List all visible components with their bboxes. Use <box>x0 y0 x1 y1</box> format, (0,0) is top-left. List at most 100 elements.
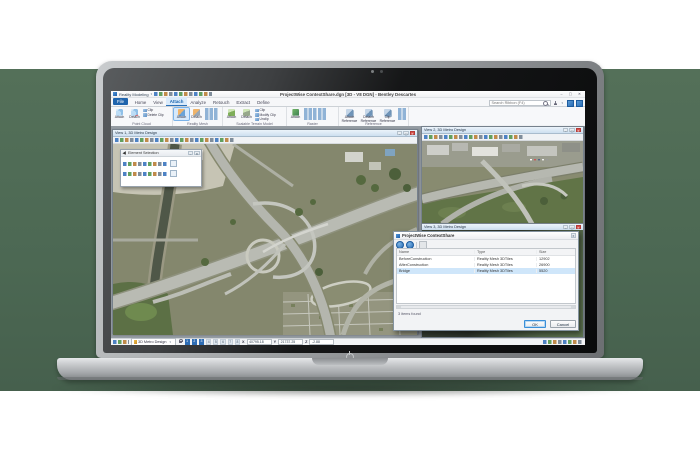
table-header-row[interactable]: Name Type Size <box>397 249 575 256</box>
element-selection-minimize-button[interactable]: – <box>188 151 194 155</box>
help-icon[interactable] <box>576 100 583 107</box>
scroll-left-arrow[interactable] <box>397 306 401 308</box>
point-cloud-attach-button[interactable]: Attach <box>112 108 127 120</box>
aerial-imagery-view2[interactable] <box>422 141 583 224</box>
workflow-caret-icon: ▾ <box>151 92 153 96</box>
tab-view[interactable]: View <box>150 98 166 106</box>
reality-mesh-detach-button[interactable]: Detach <box>189 108 204 120</box>
point-cloud-delete-clip-button[interactable]: Delete Clip <box>143 113 164 118</box>
tab-home[interactable]: Home <box>131 98 150 106</box>
terrain-detach-button[interactable]: Detach <box>239 108 254 120</box>
coord-x-field[interactable]: 40795.18 <box>247 339 272 344</box>
horizontal-scrollbar[interactable] <box>396 305 576 309</box>
cell-type: Reality Mesh 3DTiles <box>475 263 537 267</box>
selection-mode-icons[interactable] <box>123 162 167 166</box>
raster-tool-grid[interactable] <box>304 108 317 120</box>
webcam-icon <box>371 70 374 73</box>
element-selection-title-bar[interactable]: Element Selection – ✕ <box>121 150 201 157</box>
view2-minimize-button[interactable]: – <box>563 128 569 132</box>
selection-extra-icon2[interactable] <box>170 170 177 177</box>
cell-size: 5520 <box>537 269 575 273</box>
view2-toolbar-icons[interactable] <box>424 135 524 139</box>
view2-title-bar[interactable]: View 2, 3D Metro Design – ▢ ✕ <box>422 127 583 134</box>
raster-tool-grid-2[interactable] <box>318 108 327 120</box>
workflow-selector[interactable]: Reality Modeling <box>119 92 149 97</box>
cell-type: Reality Mesh 3DTiles <box>475 257 537 261</box>
active-model-dropdown[interactable]: 3D Metro Design ▾ <box>131 338 176 345</box>
tab-extract[interactable]: Extract <box>233 98 254 106</box>
tab-file[interactable]: File <box>113 98 128 105</box>
selection-extra-icon[interactable] <box>170 160 177 167</box>
view1-title: View 1, 3D Metro Design <box>115 131 157 135</box>
view2-title: View 2, 3D Metro Design <box>424 128 466 132</box>
ribbon-group-reality-mesh: Attach Detach Reality Mesh <box>173 107 223 126</box>
view3-close-button[interactable]: ✕ <box>576 225 582 229</box>
ribbon-search-box[interactable] <box>489 100 551 106</box>
connect-icon[interactable] <box>567 100 574 107</box>
close-button[interactable]: ✕ <box>576 92 583 97</box>
dialog-close-button[interactable]: ✕ <box>571 233 577 237</box>
maximize-button[interactable]: ▢ <box>567 92 574 97</box>
dialog-title-bar[interactable]: ProjectWise ContextShare ✕ <box>394 232 578 240</box>
view3-minimize-button[interactable]: – <box>563 225 569 229</box>
view1-minimize-button[interactable]: – <box>397 131 403 135</box>
view-toggle-6[interactable]: 6 <box>220 339 225 344</box>
dialog-buttons: ✕ <box>571 233 577 237</box>
group-label: Scalable Terrain Model <box>223 122 286 126</box>
column-name[interactable]: Name <box>397 250 475 254</box>
laptop-shadow <box>52 379 648 397</box>
view-toggle-7[interactable]: 7 <box>228 339 233 344</box>
selection-filter-icons[interactable] <box>123 172 167 176</box>
view-toggle-4[interactable]: 4 <box>206 339 211 344</box>
view-toggle-1[interactable]: 1 <box>185 339 190 344</box>
view-toggle-3[interactable]: 3 <box>199 339 204 344</box>
status-right-icons[interactable] <box>543 340 583 344</box>
coord-y-field[interactable]: 21737.25 <box>278 339 303 344</box>
view3-maximize-button[interactable]: ▢ <box>569 225 575 229</box>
column-size[interactable]: Size <box>537 250 575 254</box>
coord-z-field[interactable]: -2.88 <box>309 339 334 344</box>
ribbon-group-raster: Attach Raster <box>287 107 339 126</box>
user-account-icon[interactable] <box>553 101 557 105</box>
raster-attach-button[interactable]: Attach <box>288 108 303 120</box>
button-label: Delete Clip <box>148 113 164 117</box>
scroll-right-arrow[interactable] <box>571 306 575 308</box>
reality-mesh-attach-button[interactable]: Attach <box>174 108 189 120</box>
reality-mesh-tool-grid[interactable] <box>205 108 218 120</box>
app-icon <box>113 92 117 96</box>
view1-maximize-button[interactable]: ▢ <box>403 131 409 135</box>
tab-retouch[interactable]: Retouch <box>210 98 233 106</box>
button-label: Detach <box>191 116 202 120</box>
view1-close-button[interactable]: ✕ <box>410 131 416 135</box>
ok-button[interactable]: OK <box>524 320 546 328</box>
column-type[interactable]: Type <box>475 250 537 254</box>
reference-tool-grid[interactable] <box>398 108 407 120</box>
group-label: Point Cloud <box>111 122 172 126</box>
scene: Reality Modeling ▾ ProjectWise ContextSh… <box>0 0 700 455</box>
tab-define[interactable]: Define <box>254 98 274 106</box>
view-toggle-2[interactable]: 2 <box>192 339 197 344</box>
point-cloud-detach-button[interactable]: Detach <box>127 108 142 120</box>
search-input[interactable] <box>491 101 543 105</box>
element-selection-close-button[interactable]: ✕ <box>194 151 200 155</box>
tab-attach[interactable]: Attach <box>166 97 187 106</box>
view1-title-bar[interactable]: View 1, 3D Metro Design – ▢ ✕ <box>113 130 417 137</box>
snap-mode-icons[interactable] <box>113 340 129 344</box>
view1-toolbar-icons[interactable] <box>115 138 235 142</box>
cancel-button[interactable]: Cancel <box>550 320 576 328</box>
view2-close-button[interactable]: ✕ <box>576 128 582 132</box>
terrain-attach-button[interactable]: Attach <box>224 108 239 120</box>
view-toggle-8[interactable]: 8 <box>235 339 240 344</box>
view2-maximize-button[interactable]: ▢ <box>569 128 575 132</box>
quick-access-toolbar[interactable] <box>154 92 212 96</box>
laptop-base-edge <box>57 377 643 380</box>
minimize-button[interactable]: – <box>558 92 565 97</box>
clip-icon <box>255 109 259 113</box>
model-caret-icon: ▾ <box>170 340 172 344</box>
table-row-selected[interactable]: Bridge Reality Mesh 3DTiles 5520 <box>397 268 575 274</box>
view-toggle-5[interactable]: 5 <box>213 339 218 344</box>
active-model-label: 3D Metro Design <box>138 340 167 344</box>
view1-toolbar <box>113 137 417 144</box>
point-cloud-small-buttons: Clip Delete Clip <box>143 108 164 117</box>
tab-analyze[interactable]: Analyze <box>187 98 210 106</box>
